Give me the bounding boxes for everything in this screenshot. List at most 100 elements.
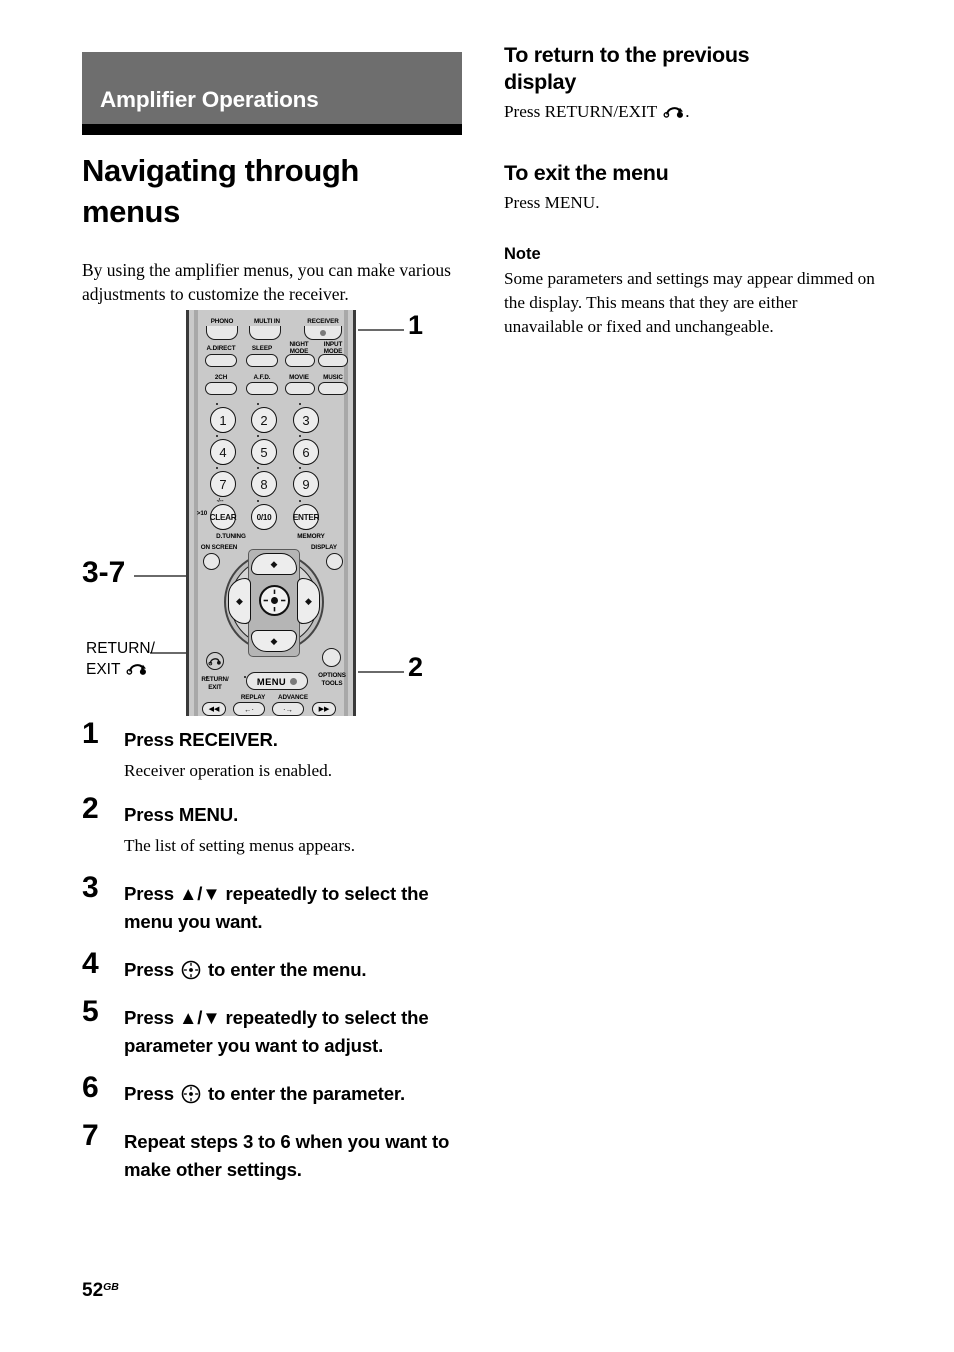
enter-crosshair-icon xyxy=(263,589,286,612)
step-item: 1 Press RECEIVER. Receiver operation is … xyxy=(82,719,472,783)
remote-label-movie: MOVIE xyxy=(289,374,309,381)
return-arrow-icon xyxy=(663,107,684,118)
receiver-indicator-dot xyxy=(320,330,326,336)
step-heading-post: to enter the parameter. xyxy=(202,1083,405,1104)
enter-button-icon xyxy=(181,960,201,980)
step-heading: Press ▲/▼ repeatedly to select the menu … xyxy=(124,880,472,936)
chapter-banner-label: Amplifier Operations xyxy=(100,87,319,112)
remote-label-night-mode: NIGHT MODE xyxy=(289,341,309,355)
nav-left-button[interactable]: ◆ xyxy=(228,578,251,624)
step-heading: Press ▲/▼ repeatedly to select the param… xyxy=(124,1004,472,1060)
remote-key-3[interactable]: 3 xyxy=(293,407,319,433)
remote-label-replay: REPLAY xyxy=(240,694,266,701)
keypad-dot xyxy=(257,467,259,469)
nav-down-button[interactable]: ◆ xyxy=(251,630,297,652)
remote-label-memory: MEMORY xyxy=(297,533,325,540)
step-number: 5 xyxy=(82,995,99,1028)
step-item: 5 Press ▲/▼ repeatedly to select the par… xyxy=(82,997,472,1060)
remote-button-night-mode[interactable] xyxy=(285,354,315,367)
remote-key-1[interactable]: 1 xyxy=(210,407,236,433)
remote-button-multi-in[interactable] xyxy=(249,326,281,340)
step-number: 2 xyxy=(82,792,99,825)
remote-button-on-screen[interactable] xyxy=(203,553,220,570)
remote-button-phono[interactable] xyxy=(206,326,238,340)
heading-return-previous-display: To return to the previous display xyxy=(504,43,750,94)
remote-key-9[interactable]: 9 xyxy=(293,471,319,497)
page-number: 52 xyxy=(82,1280,104,1301)
step-item: 7 Repeat steps 3 to 6 when you want to m… xyxy=(82,1121,472,1184)
remote-label-afd: A.F.D. xyxy=(253,374,271,381)
remote-button-input-mode[interactable] xyxy=(318,354,348,367)
step-number: 1 xyxy=(82,717,99,750)
remote-key-8[interactable]: 8 xyxy=(251,471,277,497)
remote-key-enter[interactable]: ENTER xyxy=(293,504,319,530)
remote-label-a-direct: A.DIRECT xyxy=(206,345,236,352)
step-number: 6 xyxy=(82,1071,99,1104)
return-instruction-text: Press RETURN/EXIT xyxy=(504,102,657,121)
remote-edge-right xyxy=(344,310,348,716)
remote-button-skip-back[interactable]: ◀◀ xyxy=(202,702,226,716)
remote-button-receiver[interactable] xyxy=(304,326,342,340)
remote-label-input-mode: INPUT MODE xyxy=(323,341,343,355)
remote-button-afd[interactable] xyxy=(246,382,278,395)
step-number: 7 xyxy=(82,1119,99,1152)
remote-button-2ch[interactable] xyxy=(205,382,237,395)
menu-indicator-dot xyxy=(290,677,298,685)
return-arrow-icon xyxy=(126,664,147,675)
step-heading-pre: Press xyxy=(124,1083,179,1104)
step-heading: Press RECEIVER. xyxy=(124,729,278,750)
step-item: 2 Press MENU. The list of setting menus … xyxy=(82,794,472,858)
remote-label-2ch: 2CH xyxy=(214,374,228,381)
step-heading: Press to enter the parameter. xyxy=(124,1080,472,1108)
keypad-dot xyxy=(216,467,218,469)
step-heading-pre: Press xyxy=(124,883,179,904)
remote-button-a-direct[interactable] xyxy=(205,354,237,367)
keypad-dot xyxy=(299,467,301,469)
remote-key-7[interactable]: 7 xyxy=(210,471,236,497)
remote-label-on-screen: ON SCREEN xyxy=(200,544,238,551)
remote-button-sleep[interactable] xyxy=(246,354,278,367)
remote-button-movie[interactable] xyxy=(285,382,315,395)
remote-button-replay[interactable]: ←· xyxy=(233,702,265,716)
remote-label-phono: PHONO xyxy=(210,318,234,325)
remote-label-music: MUSIC xyxy=(323,374,343,381)
remote-label-receiver: RECEIVER xyxy=(307,318,339,325)
step-number: 3 xyxy=(82,871,99,904)
remote-key-clear[interactable]: CLEAR xyxy=(210,504,237,530)
remote-key-0-10[interactable]: 0/10 xyxy=(251,504,277,530)
keypad-dot xyxy=(257,403,259,405)
nav-enter-button[interactable] xyxy=(259,585,290,616)
remote-button-menu[interactable]: MENU xyxy=(246,672,308,690)
remote-key-4[interactable]: 4 xyxy=(210,439,236,465)
remote-button-return-exit[interactable] xyxy=(206,652,224,670)
remote-label-gt10: >10 xyxy=(196,510,208,517)
body-return-previous-display: Press RETURN/EXIT . xyxy=(504,100,884,124)
remote-label-multi-in: MULTI IN xyxy=(253,318,280,325)
callout-return-exit-label: EXIT xyxy=(86,661,121,678)
leader-line-callout-1 xyxy=(358,329,404,331)
step-description: Receiver operation is enabled. xyxy=(124,761,333,780)
remote-button-music[interactable] xyxy=(318,382,348,395)
page-footer: 52GB xyxy=(82,1280,119,1302)
remote-label-sleep: SLEEP xyxy=(251,345,273,352)
step-heading: Press to enter the menu. xyxy=(124,956,472,984)
callout-return-exit-line2: EXIT xyxy=(86,659,148,680)
return-arrow-icon xyxy=(208,658,221,666)
keypad-dot xyxy=(299,403,301,405)
heading-note: Note xyxy=(504,245,541,263)
callout-1: 1 xyxy=(408,310,424,340)
heading-exit-menu: To exit the menu xyxy=(504,161,669,185)
remote-button-skip-forward[interactable]: ▶▶ xyxy=(312,702,336,716)
remote-key-5[interactable]: 5 xyxy=(251,439,277,465)
remote-button-display[interactable] xyxy=(326,553,343,570)
keypad-dot xyxy=(257,435,259,437)
remote-label-d-tuning: D.TUNING xyxy=(216,533,246,540)
nav-up-button[interactable]: ◆ xyxy=(251,553,297,575)
step-item: 3 Press ▲/▼ repeatedly to select the men… xyxy=(82,873,472,936)
nav-right-button[interactable]: ◆ xyxy=(297,578,320,624)
remote-button-options-tools[interactable] xyxy=(322,648,341,667)
remote-key-6[interactable]: 6 xyxy=(293,439,319,465)
remote-key-2[interactable]: 2 xyxy=(251,407,277,433)
remote-button-advance[interactable]: ·→ xyxy=(272,702,304,716)
step-item: 4 Press to enter the menu. xyxy=(82,949,472,984)
